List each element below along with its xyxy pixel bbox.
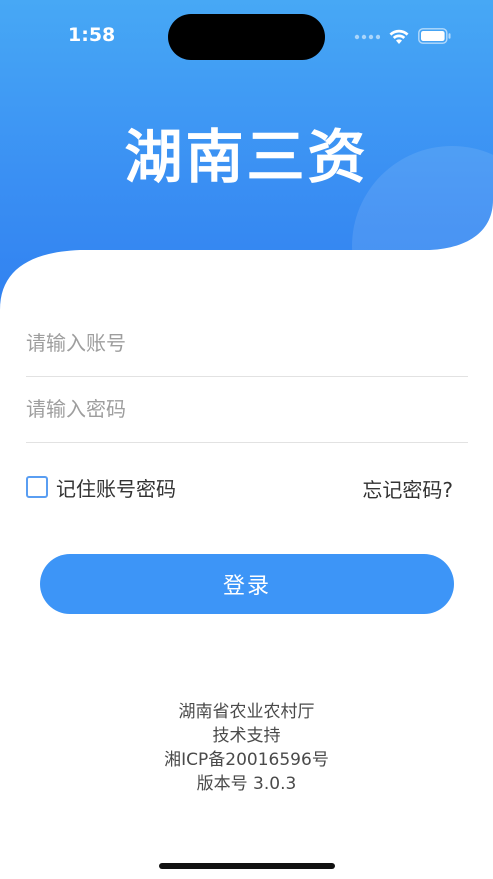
status-time: 1:58 <box>68 24 116 46</box>
password-input[interactable] <box>26 376 468 442</box>
footer-info: 湖南省农业农村厅 技术支持 湘ICP备20016596号 版本号 3.0.3 <box>0 700 493 796</box>
forgot-password-link[interactable]: 忘记密码? <box>362 474 453 503</box>
footer-org: 湖南省农业农村厅 <box>178 702 315 722</box>
remember-row[interactable]: 记住账号密码 <box>26 473 176 502</box>
footer-version: 版本号 3.0.3 <box>196 774 297 794</box>
footer-support: 技术支持 <box>212 726 281 746</box>
password-field <box>26 376 468 443</box>
footer-icp: 湘ICP备20016596号 <box>164 750 329 770</box>
login-button[interactable]: 登录 <box>40 554 454 614</box>
signal-icon <box>354 34 380 40</box>
dynamic-island <box>168 14 325 60</box>
account-input[interactable] <box>26 310 468 376</box>
home-indicator[interactable] <box>159 863 335 869</box>
account-field <box>26 310 468 377</box>
status-bar: 1:58 <box>0 0 493 72</box>
remember-label[interactable]: 记住账号密码 <box>56 473 176 502</box>
battery-icon <box>418 28 451 44</box>
wifi-icon <box>389 29 409 44</box>
app-title: 湖南三资 <box>124 123 369 191</box>
remember-checkbox[interactable] <box>26 476 48 498</box>
